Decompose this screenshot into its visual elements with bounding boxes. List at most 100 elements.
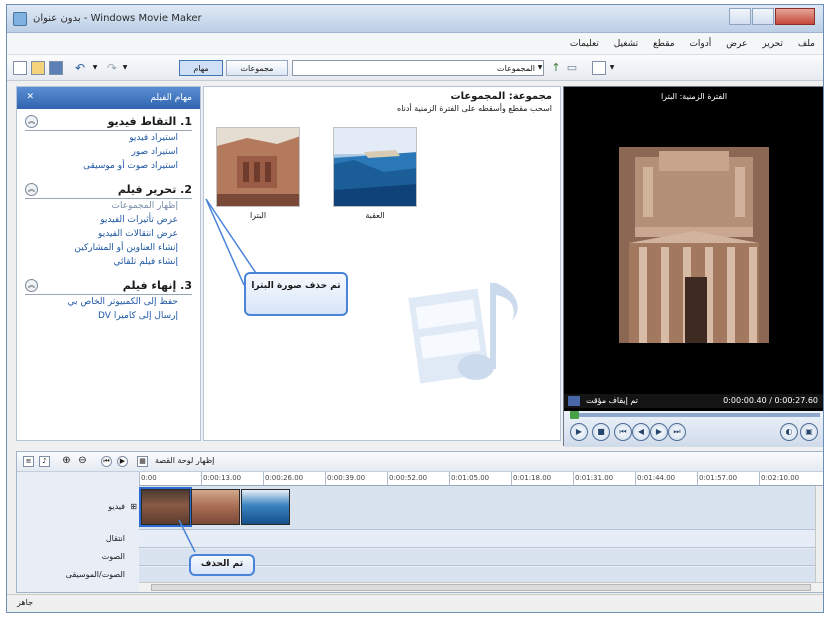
menu-bar: ملف تحرير عرض أدوات مقطع تشغيل تعليمات (7, 33, 823, 55)
show-storyboard-link[interactable]: إظهار لوحة القصة (155, 456, 214, 465)
section-title-text: 2. تحرير فيلم (117, 183, 192, 196)
redo-icon[interactable]: ↷ (105, 60, 119, 76)
rewind-icon[interactable]: ⏮ (614, 423, 632, 441)
tick-line (449, 472, 450, 485)
track-label-audio: الصوت (101, 552, 125, 561)
tasks-pane-header: مهام الفيلم ✕ (17, 87, 200, 109)
undo-dropdown-icon[interactable]: ▼ (91, 60, 99, 76)
status-text: جاهز (17, 598, 34, 607)
seek-thumb[interactable] (570, 411, 579, 419)
ruler-tick: 0:02:10.00 (761, 474, 800, 482)
tick-line (201, 472, 202, 485)
menu-clip[interactable]: مقطع (653, 33, 675, 55)
new-project-icon[interactable] (13, 61, 27, 75)
split-clip-icon[interactable]: ◐ (780, 423, 798, 441)
tick-line (139, 472, 140, 485)
seek-bar[interactable] (570, 411, 820, 419)
menu-edit[interactable]: تحرير (762, 33, 783, 55)
ruler-tick: 0:01:18.00 (513, 474, 552, 482)
section-title[interactable]: 1. التقاط فيديو ︽ (25, 115, 192, 131)
menu-help[interactable]: تعليمات (570, 33, 599, 55)
previous-frame-icon[interactable]: ◀ (632, 423, 650, 441)
window-title: بدون عنوان - Windows Movie Maker (33, 13, 202, 24)
section-title[interactable]: 2. تحرير فيلم ︽ (25, 183, 192, 199)
ruler-tick: 0:01:05.00 (451, 474, 490, 482)
task-link-import-audio[interactable]: استيراد صوت أو موسيقى (25, 159, 192, 173)
collapse-icon[interactable]: ︽ (25, 115, 38, 128)
save-project-icon[interactable] (49, 61, 63, 75)
preview-status-text: تم إيقاف مؤقت (586, 396, 638, 405)
tick-line (697, 472, 698, 485)
collections-label: مجموعات (240, 64, 274, 73)
storyboard-icon[interactable]: ▦ (137, 456, 148, 467)
forward-icon[interactable]: ⏭ (668, 423, 686, 441)
track-label-video: فيديو (108, 502, 125, 511)
tick-line (635, 472, 636, 485)
new-folder-icon[interactable]: ▭ (566, 60, 578, 76)
play-timeline-icon[interactable]: ▶ (117, 456, 128, 467)
petra-treasury-image (619, 147, 769, 343)
task-link-video-effects[interactable]: عرض تأثيرات الفيديو (25, 213, 192, 227)
task-link-automovie[interactable]: إنشاء فيلم تلقائي (25, 255, 192, 269)
undo-icon[interactable]: ↶ (73, 60, 87, 76)
tick-line (387, 472, 388, 485)
split-icon[interactable] (568, 396, 580, 406)
capture-video-section: 1. التقاط فيديو ︽ استيراد فيديو استيراد ص… (17, 109, 200, 177)
toolbar: ↶ ▼ ↷ ▼ مهام مجموعات المجموعات ▼ ↑ ▭ ▼ (7, 55, 823, 81)
menu-tools[interactable]: أدوات (689, 33, 711, 55)
window-controls (728, 8, 815, 25)
tick-line (325, 472, 326, 485)
main-window: بدون عنوان - Windows Movie Maker ملف تحر… (6, 4, 824, 613)
set-audio-levels-icon[interactable]: ≡ (23, 456, 34, 467)
section-title[interactable]: 3. إنهاء فيلم ︽ (25, 279, 192, 295)
close-pane-icon[interactable]: ✕ (25, 93, 34, 102)
zoom-out-icon[interactable]: ⊖ (77, 456, 88, 467)
ruler-tick: 0:01:44.00 (637, 474, 676, 482)
collections-button[interactable]: مجموعات (226, 60, 288, 76)
up-folder-icon[interactable]: ↑ (550, 60, 562, 76)
callout-deleted: تم الحذف (189, 554, 255, 576)
task-link-save-to-computer[interactable]: حفظ إلى الكمبيوتر الخاص بي (25, 295, 192, 309)
track-labels: فيديو ⊞ انتقال الصوت الصوت/الموسيقى (17, 486, 139, 594)
menu-play[interactable]: تشغيل (614, 33, 638, 55)
title-bar: بدون عنوان - Windows Movie Maker (7, 5, 823, 33)
collapse-icon[interactable]: ︽ (25, 183, 38, 196)
task-link-titles-credits[interactable]: إنشاء العناوين أو المشاركين (25, 241, 192, 255)
menu-view[interactable]: عرض (726, 33, 747, 55)
view-dropdown-icon[interactable]: ▼ (608, 60, 616, 76)
task-link-send-to-dv[interactable]: إرسال إلى كاميرا DV (25, 309, 192, 323)
task-link-import-video[interactable]: استيراد فيديو (25, 131, 192, 145)
collections-combo-value: المجموعات (497, 64, 535, 73)
minimize-button[interactable] (729, 8, 751, 25)
redo-dropdown-icon[interactable]: ▼ (121, 60, 129, 76)
preview-monitor: الفترة الزمنية: البترا 0:00:00.40 / 0:00… (563, 86, 823, 447)
collapse-icon[interactable]: ︽ (25, 279, 38, 292)
narrate-timeline-icon[interactable]: ♪ (39, 456, 50, 467)
take-picture-icon[interactable]: ▣ (800, 423, 818, 441)
tasks-button[interactable]: مهام (179, 60, 223, 76)
finish-movie-section: 3. إنهاء فيلم ︽ حفظ إلى الكمبيوتر الخاص ب… (17, 273, 200, 327)
open-project-icon[interactable] (31, 61, 45, 75)
expand-track-icon[interactable]: ⊞ (130, 502, 137, 511)
menu-file[interactable]: ملف (798, 33, 815, 55)
timeline-pane: ≡ ♪ ⊕ ⊖ ⏮ ▶ ▦ إظهار لوحة القصة 0:00 0:00… (16, 451, 823, 594)
ruler-tick: 0:00:52.00 (389, 474, 428, 482)
zoom-in-icon[interactable]: ⊕ (61, 456, 72, 467)
movie-tasks-pane: مهام الفيلم ✕ 1. التقاط فيديو ︽ استيراد ف… (16, 86, 201, 441)
task-link-show-collections[interactable]: إظهار المجموعات (25, 199, 192, 213)
tick-line (759, 472, 760, 485)
collections-combo[interactable]: المجموعات (292, 60, 544, 76)
close-button[interactable] (775, 8, 815, 25)
view-options-icon[interactable] (592, 61, 606, 75)
app-icon (13, 12, 27, 26)
next-frame-icon[interactable]: ▶ (650, 423, 668, 441)
rewind-timeline-icon[interactable]: ⏮ (101, 456, 112, 467)
play-icon[interactable]: ▶ (570, 423, 588, 441)
maximize-button[interactable] (752, 8, 774, 25)
combo-dropdown-icon[interactable]: ▼ (536, 60, 544, 76)
task-link-import-pictures[interactable]: استيراد صور (25, 145, 192, 159)
stop-icon[interactable]: ■ (592, 423, 610, 441)
task-link-video-transitions[interactable]: عرض انتقالات الفيديو (25, 227, 192, 241)
timeline-vertical-scrollbar[interactable] (815, 486, 823, 584)
preview-title: الفترة الزمنية: البترا (660, 92, 728, 101)
